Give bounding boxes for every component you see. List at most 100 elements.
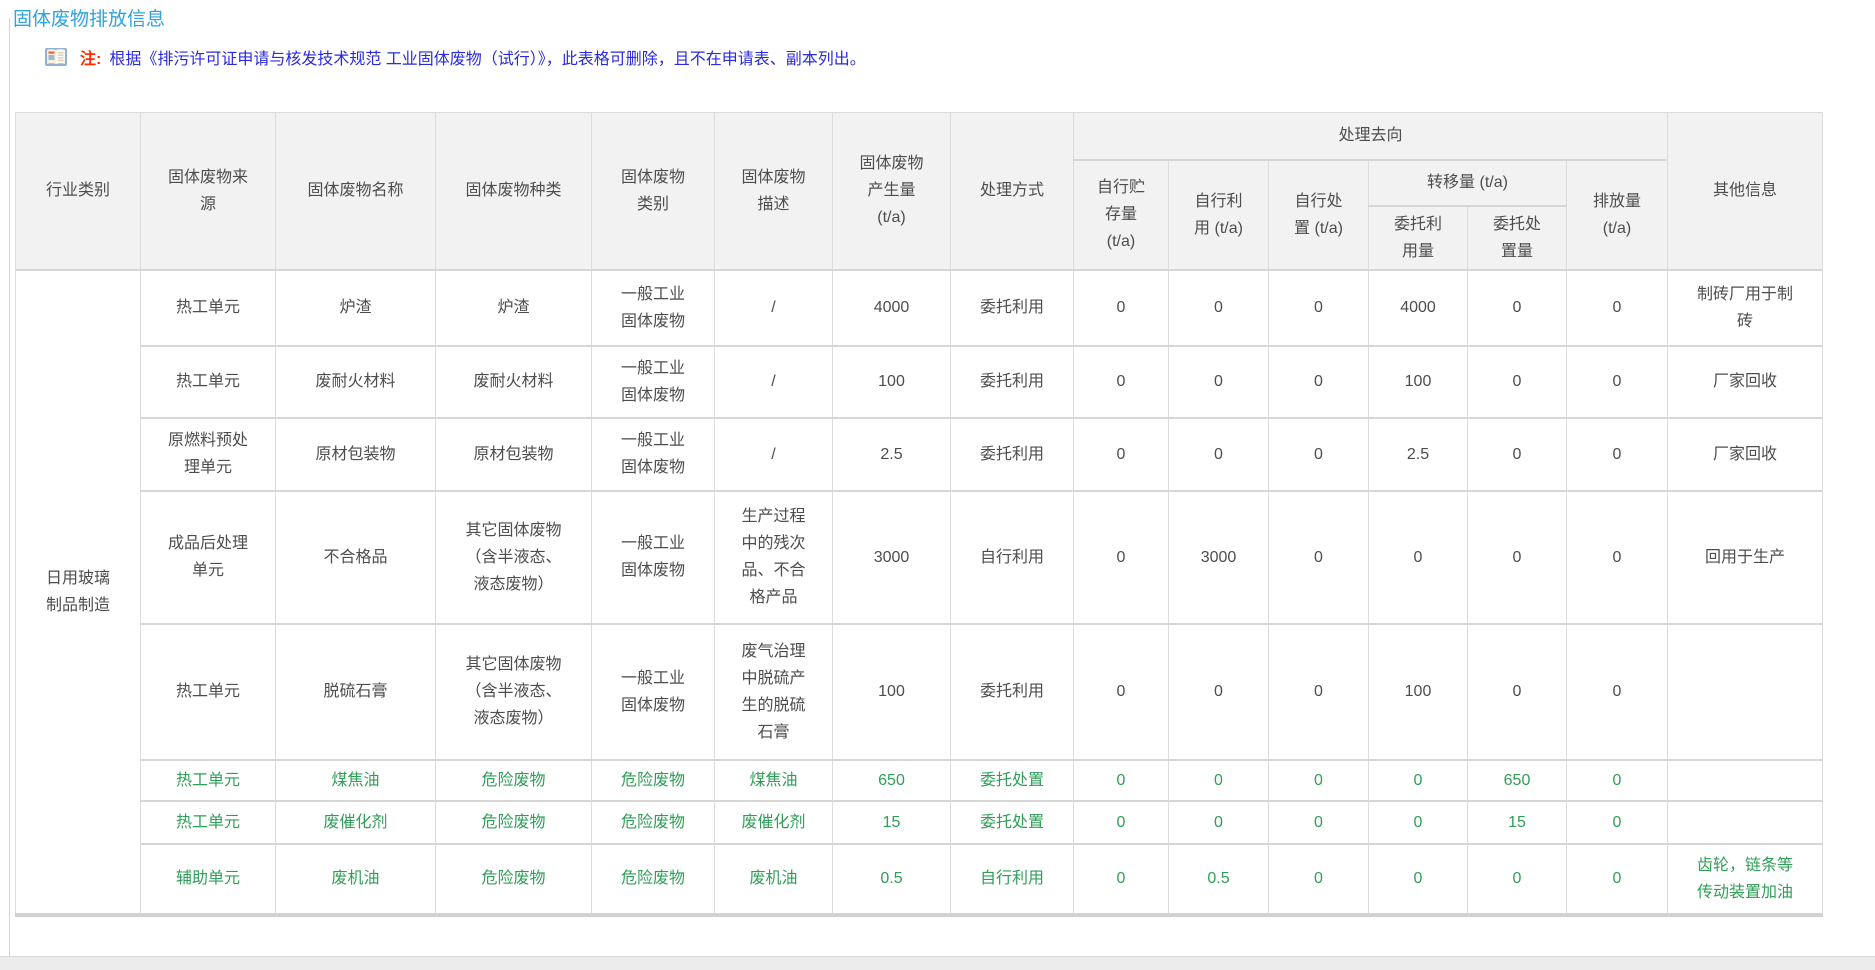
cell-source: 辅助单元 bbox=[141, 844, 276, 915]
cell-kind: 原材包装物 bbox=[436, 418, 592, 491]
page-title: 固体废物排放信息 bbox=[13, 8, 165, 32]
panel-left-border bbox=[9, 18, 10, 970]
cell-source: 热工单元 bbox=[141, 801, 276, 844]
cell-kind: 其它固体废物（含半液态、液态废物） bbox=[436, 624, 592, 760]
cell-generation: 15 bbox=[833, 801, 951, 844]
cell-self-storage: 0 bbox=[1074, 760, 1169, 801]
cell-method: 委托利用 bbox=[951, 418, 1074, 491]
cell-other: 回用于生产 bbox=[1668, 491, 1823, 624]
cell-method: 委托利用 bbox=[951, 346, 1074, 418]
table-row: 热工单元 废催化剂 危险废物 危险废物 废催化剂 15 委托处置 0 0 0 0… bbox=[16, 801, 1823, 844]
cell-generation: 4000 bbox=[833, 270, 951, 346]
cell-self-use: 3000 bbox=[1169, 491, 1269, 624]
cell-description: 生产过程中的残次品、不合格产品 bbox=[715, 491, 833, 624]
col-header-self-disposal: 自行处置 (t/a) bbox=[1269, 160, 1369, 270]
cell-category: 一般工业固体废物 bbox=[592, 346, 715, 418]
cell-other: 齿轮，链条等传动装置加油 bbox=[1668, 844, 1823, 915]
cell-self-storage: 0 bbox=[1074, 624, 1169, 760]
solid-waste-table: 行业类别 固体废物来源 固体废物名称 固体废物种类 固体废物类别 固体废物描述 … bbox=[15, 112, 1823, 917]
cell-kind: 危险废物 bbox=[436, 760, 592, 801]
table-row: 成品后处理单元 不合格品 其它固体废物（含半液态、液态废物） 一般工业固体废物 … bbox=[16, 491, 1823, 624]
cell-generation: 3000 bbox=[833, 491, 951, 624]
cell-description: / bbox=[715, 270, 833, 346]
cell-self-storage: 0 bbox=[1074, 801, 1169, 844]
cell-generation: 100 bbox=[833, 624, 951, 760]
cell-entrust-use: 100 bbox=[1369, 624, 1468, 760]
solid-waste-page: 固体废物排放信息 注: 根据《排污许可证申请与核发技术规范 工业固体废物（试行）… bbox=[0, 0, 1875, 970]
cell-self-use: 0 bbox=[1169, 346, 1269, 418]
cell-entrust-use: 0 bbox=[1369, 491, 1468, 624]
col-header-kind: 固体废物种类 bbox=[436, 113, 592, 270]
cell-industry: 日用玻璃制品制造 bbox=[16, 270, 141, 915]
col-header-generation: 固体废物产生量 (t/a) bbox=[833, 113, 951, 270]
col-header-destination: 处理去向 bbox=[1074, 113, 1668, 160]
col-header-name: 固体废物名称 bbox=[276, 113, 436, 270]
cell-self-storage: 0 bbox=[1074, 346, 1169, 418]
table-row: 热工单元 废耐火材料 废耐火材料 一般工业固体废物 / 100 委托利用 0 0… bbox=[16, 346, 1823, 418]
cell-category: 危险废物 bbox=[592, 760, 715, 801]
cell-self-use: 0.5 bbox=[1169, 844, 1269, 915]
cell-self-disposal: 0 bbox=[1269, 624, 1369, 760]
cell-entrust-use: 2.5 bbox=[1369, 418, 1468, 491]
cell-name: 煤焦油 bbox=[276, 760, 436, 801]
cell-description: / bbox=[715, 346, 833, 418]
cell-name: 不合格品 bbox=[276, 491, 436, 624]
cell-entrust-disposal: 0 bbox=[1468, 418, 1567, 491]
cell-self-disposal: 0 bbox=[1269, 491, 1369, 624]
cell-entrust-disposal: 0 bbox=[1468, 844, 1567, 915]
cell-description: 废气治理中脱硫产生的脱硫石膏 bbox=[715, 624, 833, 760]
cell-other: 厂家回收 bbox=[1668, 346, 1823, 418]
cell-source: 成品后处理单元 bbox=[141, 491, 276, 624]
cell-entrust-use: 100 bbox=[1369, 346, 1468, 418]
cell-generation: 100 bbox=[833, 346, 951, 418]
col-header-emission: 排放量 (t/a) bbox=[1567, 160, 1668, 270]
cell-self-storage: 0 bbox=[1074, 844, 1169, 915]
col-header-source: 固体废物来源 bbox=[141, 113, 276, 270]
cell-self-disposal: 0 bbox=[1269, 418, 1369, 491]
cell-name: 废机油 bbox=[276, 844, 436, 915]
cell-self-use: 0 bbox=[1169, 801, 1269, 844]
cell-emission: 0 bbox=[1567, 418, 1668, 491]
col-header-industry: 行业类别 bbox=[16, 113, 141, 270]
table-row: 原燃料预处理单元 原材包装物 原材包装物 一般工业固体废物 / 2.5 委托利用… bbox=[16, 418, 1823, 491]
cell-category: 一般工业固体废物 bbox=[592, 270, 715, 346]
cell-source: 热工单元 bbox=[141, 346, 276, 418]
cell-other bbox=[1668, 624, 1823, 760]
cell-kind: 其它固体废物（含半液态、液态废物） bbox=[436, 491, 592, 624]
cell-self-use: 0 bbox=[1169, 418, 1269, 491]
cell-method: 自行利用 bbox=[951, 844, 1074, 915]
col-header-entrust-use: 委托利用量 bbox=[1369, 206, 1468, 270]
cell-category: 一般工业固体废物 bbox=[592, 418, 715, 491]
cell-method: 自行利用 bbox=[951, 491, 1074, 624]
cell-entrust-disposal: 0 bbox=[1468, 624, 1567, 760]
col-header-entrust-disposal: 委托处置量 bbox=[1468, 206, 1567, 270]
col-header-self-storage: 自行贮存量 (t/a) bbox=[1074, 160, 1169, 270]
cell-entrust-disposal: 0 bbox=[1468, 270, 1567, 346]
note: 注: 根据《排污许可证申请与核发技术规范 工业固体废物（试行）》，此表格可删除，… bbox=[44, 42, 866, 72]
col-header-description: 固体废物描述 bbox=[715, 113, 833, 270]
cell-generation: 0.5 bbox=[833, 844, 951, 915]
cell-other: 厂家回收 bbox=[1668, 418, 1823, 491]
cell-self-use: 0 bbox=[1169, 760, 1269, 801]
cell-source: 热工单元 bbox=[141, 270, 276, 346]
cell-self-use: 0 bbox=[1169, 624, 1269, 760]
cell-emission: 0 bbox=[1567, 760, 1668, 801]
table-row: 辅助单元 废机油 危险废物 危险废物 废机油 0.5 自行利用 0 0.5 0 … bbox=[16, 844, 1823, 915]
cell-other bbox=[1668, 801, 1823, 844]
cell-method: 委托利用 bbox=[951, 624, 1074, 760]
cell-entrust-disposal: 650 bbox=[1468, 760, 1567, 801]
cell-source: 原燃料预处理单元 bbox=[141, 418, 276, 491]
cell-method: 委托利用 bbox=[951, 270, 1074, 346]
cell-self-disposal: 0 bbox=[1269, 844, 1369, 915]
cell-emission: 0 bbox=[1567, 624, 1668, 760]
cell-entrust-use: 4000 bbox=[1369, 270, 1468, 346]
cell-method: 委托处置 bbox=[951, 801, 1074, 844]
cell-self-disposal: 0 bbox=[1269, 760, 1369, 801]
cell-name: 废耐火材料 bbox=[276, 346, 436, 418]
cell-description: 煤焦油 bbox=[715, 760, 833, 801]
cell-emission: 0 bbox=[1567, 844, 1668, 915]
cell-entrust-use: 0 bbox=[1369, 801, 1468, 844]
cell-category: 危险废物 bbox=[592, 801, 715, 844]
cell-name: 原材包装物 bbox=[276, 418, 436, 491]
cell-entrust-use: 0 bbox=[1369, 760, 1468, 801]
